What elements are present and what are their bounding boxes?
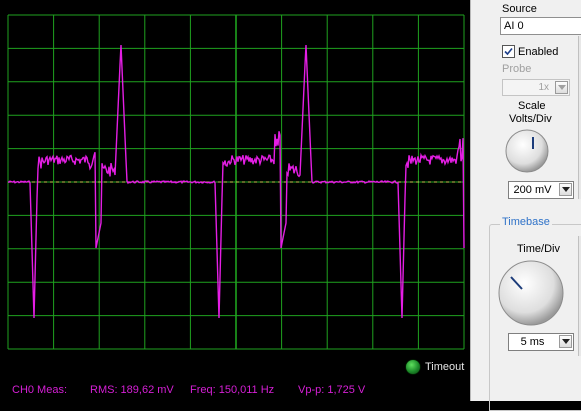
probe-label: Probe [502,63,532,75]
meas-rms: RMS: 189,62 mV [90,384,174,396]
meas-vpp: Vp-p: 1,725 V [298,384,366,396]
scale-label: Scale [518,100,546,112]
waveform-plot [7,14,465,350]
volts-div-value: 200 mV [513,184,552,196]
chevron-down-icon [562,187,570,192]
chevron-down-icon [562,339,570,344]
volts-div-knob[interactable] [504,128,550,174]
time-div-value: 5 ms [520,336,545,348]
meas-channel: CH0 Meas: [12,384,68,396]
volts-div-dropdown-button[interactable] [559,183,572,196]
oscilloscope-display: Timeout CH0 Meas: RMS: 189,62 mV Freq: 1… [0,0,470,401]
enabled-checkbox-row[interactable]: Enabled [502,45,558,58]
volts-div-select[interactable]: 200 mV [508,181,574,199]
timeout-label: Timeout [425,361,465,373]
enabled-label: Enabled [518,45,559,58]
probe-dropdown-button [555,81,568,94]
control-panel: Source AI 0 Enabled Probe 1x Scale Volts… [470,0,581,411]
chevron-down-icon [558,85,566,90]
volts-div-label: Volts/Div [509,113,552,125]
source-label: Source [502,3,537,15]
timebase-title: Timebase [500,216,552,228]
checkbox-check-icon [504,47,513,56]
time-div-select[interactable]: 5 ms [508,333,574,351]
time-div-knob[interactable] [496,258,566,328]
probe-select: 1x [502,79,570,96]
measurements-bar: CH0 Meas: RMS: 189,62 mV Freq: 150,011 H… [0,380,470,401]
probe-value: 1x [538,82,549,93]
time-div-dropdown-button[interactable] [559,335,572,348]
enabled-checkbox[interactable] [502,45,515,58]
time-div-label: Time/Div [517,243,560,255]
status-led-icon [406,360,420,374]
timeout-indicator: Timeout [406,360,464,374]
source-field[interactable]: AI 0 [500,17,581,35]
meas-freq: Freq: 150,011 Hz [190,384,275,396]
